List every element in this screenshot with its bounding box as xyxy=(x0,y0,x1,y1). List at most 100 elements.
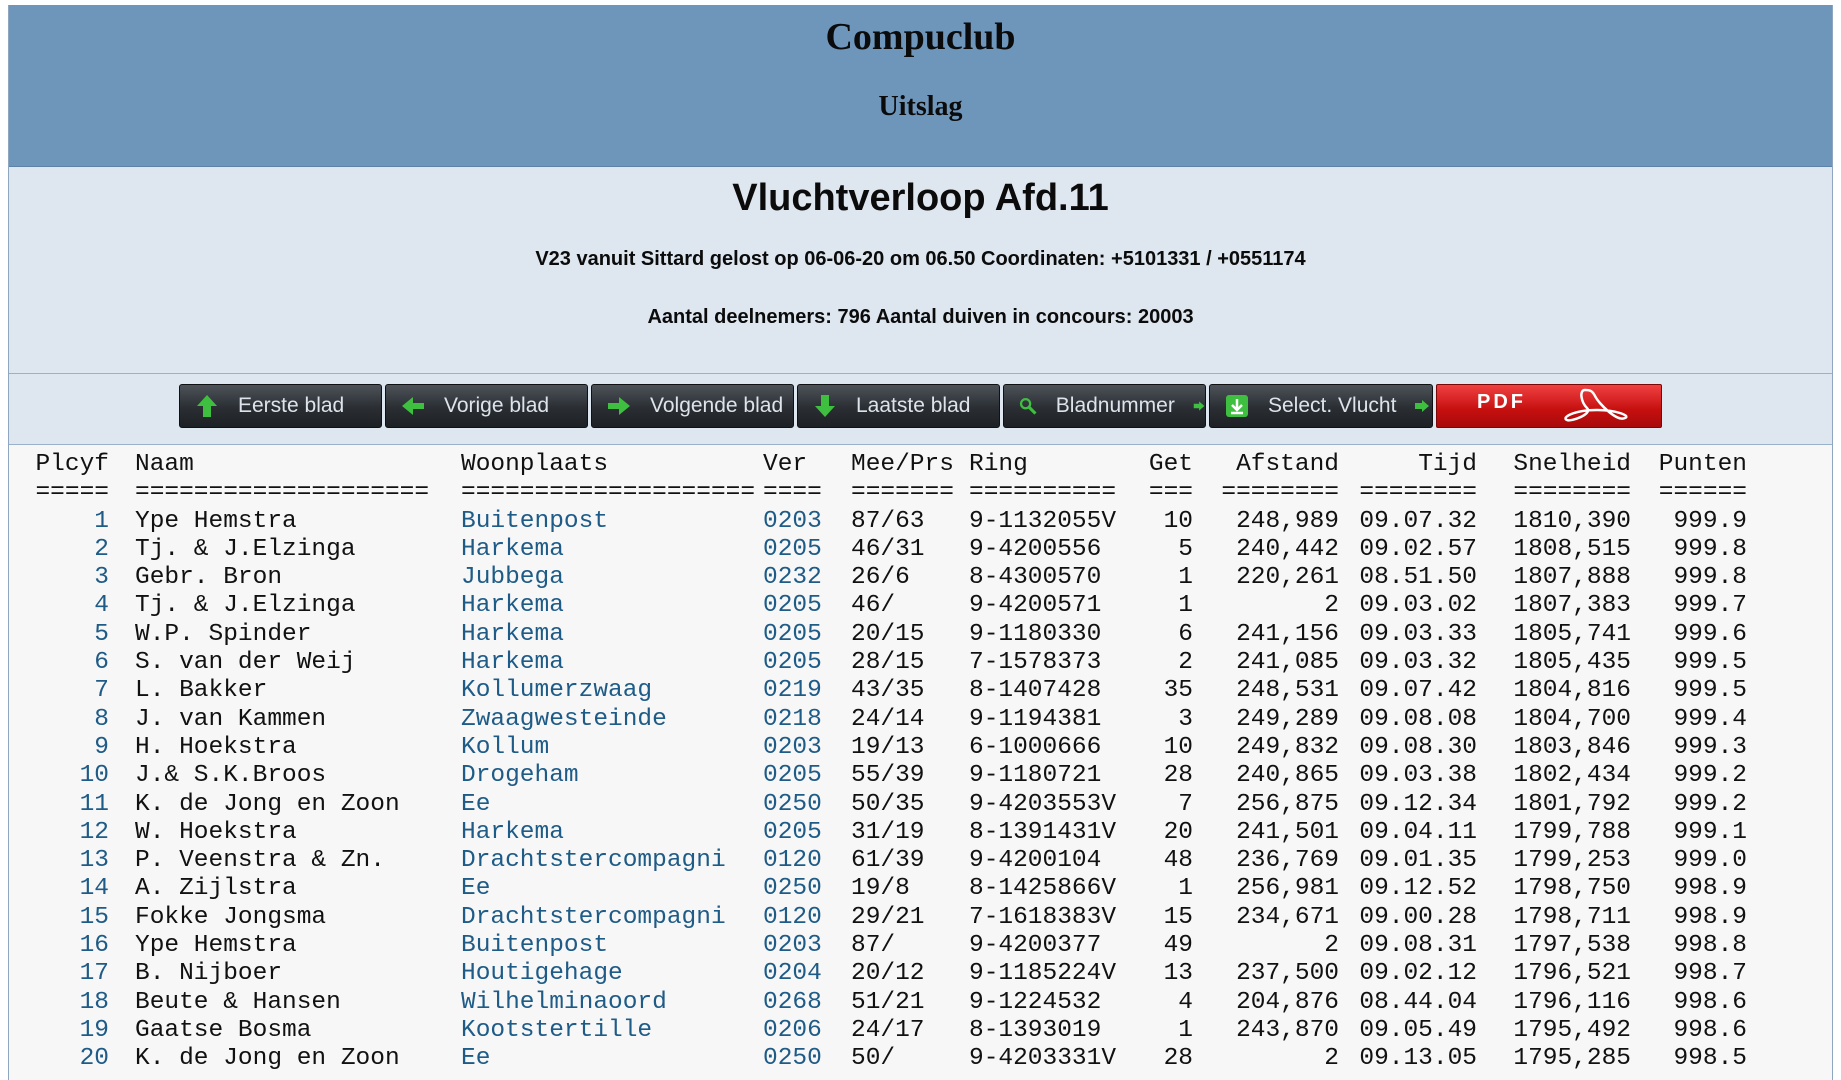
cell-woonplaats[interactable]: Harkema xyxy=(461,592,763,620)
cell-woonplaats[interactable]: Harkema xyxy=(461,621,763,649)
cell-ring: 9-1185224V xyxy=(969,960,1117,988)
cell-ver[interactable]: 0218 xyxy=(763,706,823,734)
cell-woonplaats[interactable]: Ee xyxy=(461,1045,763,1073)
cell-naam: P. Veenstra & Zn. xyxy=(135,847,385,875)
last-page-label: Laatste blad xyxy=(856,394,971,417)
cell-mee-prs: 61/39 xyxy=(851,847,925,875)
cell-punten: 999.6 xyxy=(1673,620,1747,648)
cell-ver[interactable]: 0120 xyxy=(763,847,823,875)
cell-woonplaats[interactable]: Harkema xyxy=(461,819,763,847)
cell-ring: 9-1224532 xyxy=(969,988,1102,1016)
cell-ver[interactable]: 0203 xyxy=(763,508,823,536)
last-page-button[interactable]: Laatste blad xyxy=(797,384,1000,428)
cell-punten: 998.5 xyxy=(1673,1045,1747,1073)
cell-ver[interactable]: 0205 xyxy=(763,621,823,649)
cell-ver[interactable]: 0204 xyxy=(763,960,823,988)
cell-naam: S. van der Weij xyxy=(135,649,356,677)
cell-get: 28 xyxy=(1163,762,1193,790)
cell-ver[interactable]: 0232 xyxy=(763,564,823,592)
cell-plcyf: 1 xyxy=(94,507,109,535)
header-punten: Punten xyxy=(1658,451,1747,478)
cell-ver[interactable]: 0205 xyxy=(763,649,823,677)
cell-snelheid: 1795,285 xyxy=(1513,1045,1631,1073)
cell-naam: Ype Hemstra xyxy=(135,932,297,960)
cell-ver[interactable]: 0206 xyxy=(763,1017,823,1045)
cell-woonplaats[interactable]: Kollumerzwaag xyxy=(461,677,763,705)
arrow-right-icon xyxy=(608,397,630,415)
table-row: 9 H. Hoekstra Kollum 0203 19/13 6-1000666 10 24… xyxy=(9,734,1832,762)
cell-tijd: 09.07.32 xyxy=(1359,507,1477,535)
cell-ring: 9-4203553V xyxy=(969,790,1117,818)
cell-woonplaats[interactable]: Drachtstercompagni xyxy=(461,847,763,875)
cell-plcyf: 5 xyxy=(94,620,109,648)
cell-mee-prs: 55/39 xyxy=(851,762,925,790)
cell-afstand: 220,261 xyxy=(1236,564,1339,592)
cell-woonplaats[interactable]: Drachtstercompagni xyxy=(461,904,763,932)
cell-afstand: 2 xyxy=(1324,932,1339,960)
pdf-button[interactable]: PDF xyxy=(1436,384,1662,428)
cell-tijd: 09.08.30 xyxy=(1359,733,1477,761)
cell-plcyf: 11 xyxy=(79,790,109,818)
cell-afstand: 241,501 xyxy=(1236,818,1339,846)
cell-woonplaats[interactable]: Buitenpost xyxy=(461,508,763,536)
first-page-button[interactable]: Eerste blad xyxy=(179,384,382,428)
cell-ver[interactable]: 0203 xyxy=(763,932,823,960)
cell-ver[interactable]: 0120 xyxy=(763,904,823,932)
cell-ver[interactable]: 0250 xyxy=(763,791,823,819)
cell-ring: 8-1407428 xyxy=(969,677,1102,705)
cell-punten: 998.6 xyxy=(1673,1016,1747,1044)
cell-mee-prs: 19/8 xyxy=(851,875,910,903)
previous-page-button[interactable]: Vorige blad xyxy=(385,384,588,428)
arrow-left-icon xyxy=(402,397,424,415)
cell-naam: B. Nijboer xyxy=(135,960,283,988)
cell-tijd: 09.08.31 xyxy=(1359,932,1477,960)
cell-woonplaats[interactable]: Wilhelminaoord xyxy=(461,989,763,1017)
cell-ver[interactable]: 0250 xyxy=(763,1045,823,1073)
cell-naam: Fokke Jongsma xyxy=(135,903,327,931)
cell-afstand: 241,085 xyxy=(1236,649,1339,677)
cell-woonplaats[interactable]: Harkema xyxy=(461,536,763,564)
cell-ver[interactable]: 0205 xyxy=(763,592,823,620)
cell-ring: 9-1194381 xyxy=(969,705,1102,733)
cell-ver[interactable]: 0205 xyxy=(763,536,823,564)
cell-woonplaats[interactable]: Houtigehage xyxy=(461,960,763,988)
page-number-button[interactable]: Bladnummer xyxy=(1003,384,1206,428)
cell-woonplaats[interactable]: Zwaagwesteinde xyxy=(461,706,763,734)
header-naam: Naam xyxy=(135,451,194,478)
table-row: 8 J. van Kammen Zwaagwesteinde 0218 24/14 9-1… xyxy=(9,706,1832,734)
table-row: 20 K. de Jong en Zoon Ee 0250 50/9-4203331V 2… xyxy=(9,1045,1832,1073)
cell-woonplaats[interactable]: Kootstertille xyxy=(461,1017,763,1045)
cell-snelheid: 1801,792 xyxy=(1513,790,1631,818)
cell-woonplaats[interactable]: Harkema xyxy=(461,649,763,677)
next-page-label: Volgende blad xyxy=(650,394,784,417)
table-body: 1 Ype Hemstra Buitenpost 0203 87/63 9-1132055… xyxy=(9,508,1832,1074)
cell-snelheid: 1808,515 xyxy=(1513,535,1631,563)
cell-woonplaats[interactable]: Jubbega xyxy=(461,564,763,592)
cell-woonplaats[interactable]: Buitenpost xyxy=(461,932,763,960)
cell-ver[interactable]: 0268 xyxy=(763,989,823,1017)
next-page-button[interactable]: Volgende blad xyxy=(591,384,794,428)
cell-afstand: 240,865 xyxy=(1236,762,1339,790)
header-mee-prs: Mee/Prs xyxy=(851,451,954,478)
separator-woonplaats: ==================== xyxy=(461,479,756,507)
cell-ver[interactable]: 0219 xyxy=(763,677,823,705)
separator-ver: ==== xyxy=(763,479,822,507)
cell-snelheid: 1810,390 xyxy=(1513,507,1631,535)
cell-get: 13 xyxy=(1163,960,1193,988)
header-plcyf: Plcyf xyxy=(35,451,109,478)
select-flight-button[interactable]: Select. Vlucht xyxy=(1209,384,1433,428)
table-row: 4 Tj. & J.Elzinga Harkema 0205 46/9-4200571 1… xyxy=(9,592,1832,620)
cell-ring: 7-1618383V xyxy=(969,903,1117,931)
cell-woonplaats[interactable]: Kollum xyxy=(461,734,763,762)
cell-snelheid: 1802,434 xyxy=(1513,762,1631,790)
cell-punten: 999.9 xyxy=(1673,507,1747,535)
cell-woonplaats[interactable]: Ee xyxy=(461,791,763,819)
cell-ver[interactable]: 0250 xyxy=(763,875,823,903)
cell-punten: 998.6 xyxy=(1673,988,1747,1016)
cell-woonplaats[interactable]: Ee xyxy=(461,875,763,903)
cell-woonplaats[interactable]: Drogeham xyxy=(461,762,763,790)
table-row: 17 B. Nijboer Houtigehage 0204 20/12 9-118522… xyxy=(9,960,1832,988)
cell-ver[interactable]: 0205 xyxy=(763,819,823,847)
cell-ver[interactable]: 0205 xyxy=(763,762,823,790)
cell-ver[interactable]: 0203 xyxy=(763,734,823,762)
